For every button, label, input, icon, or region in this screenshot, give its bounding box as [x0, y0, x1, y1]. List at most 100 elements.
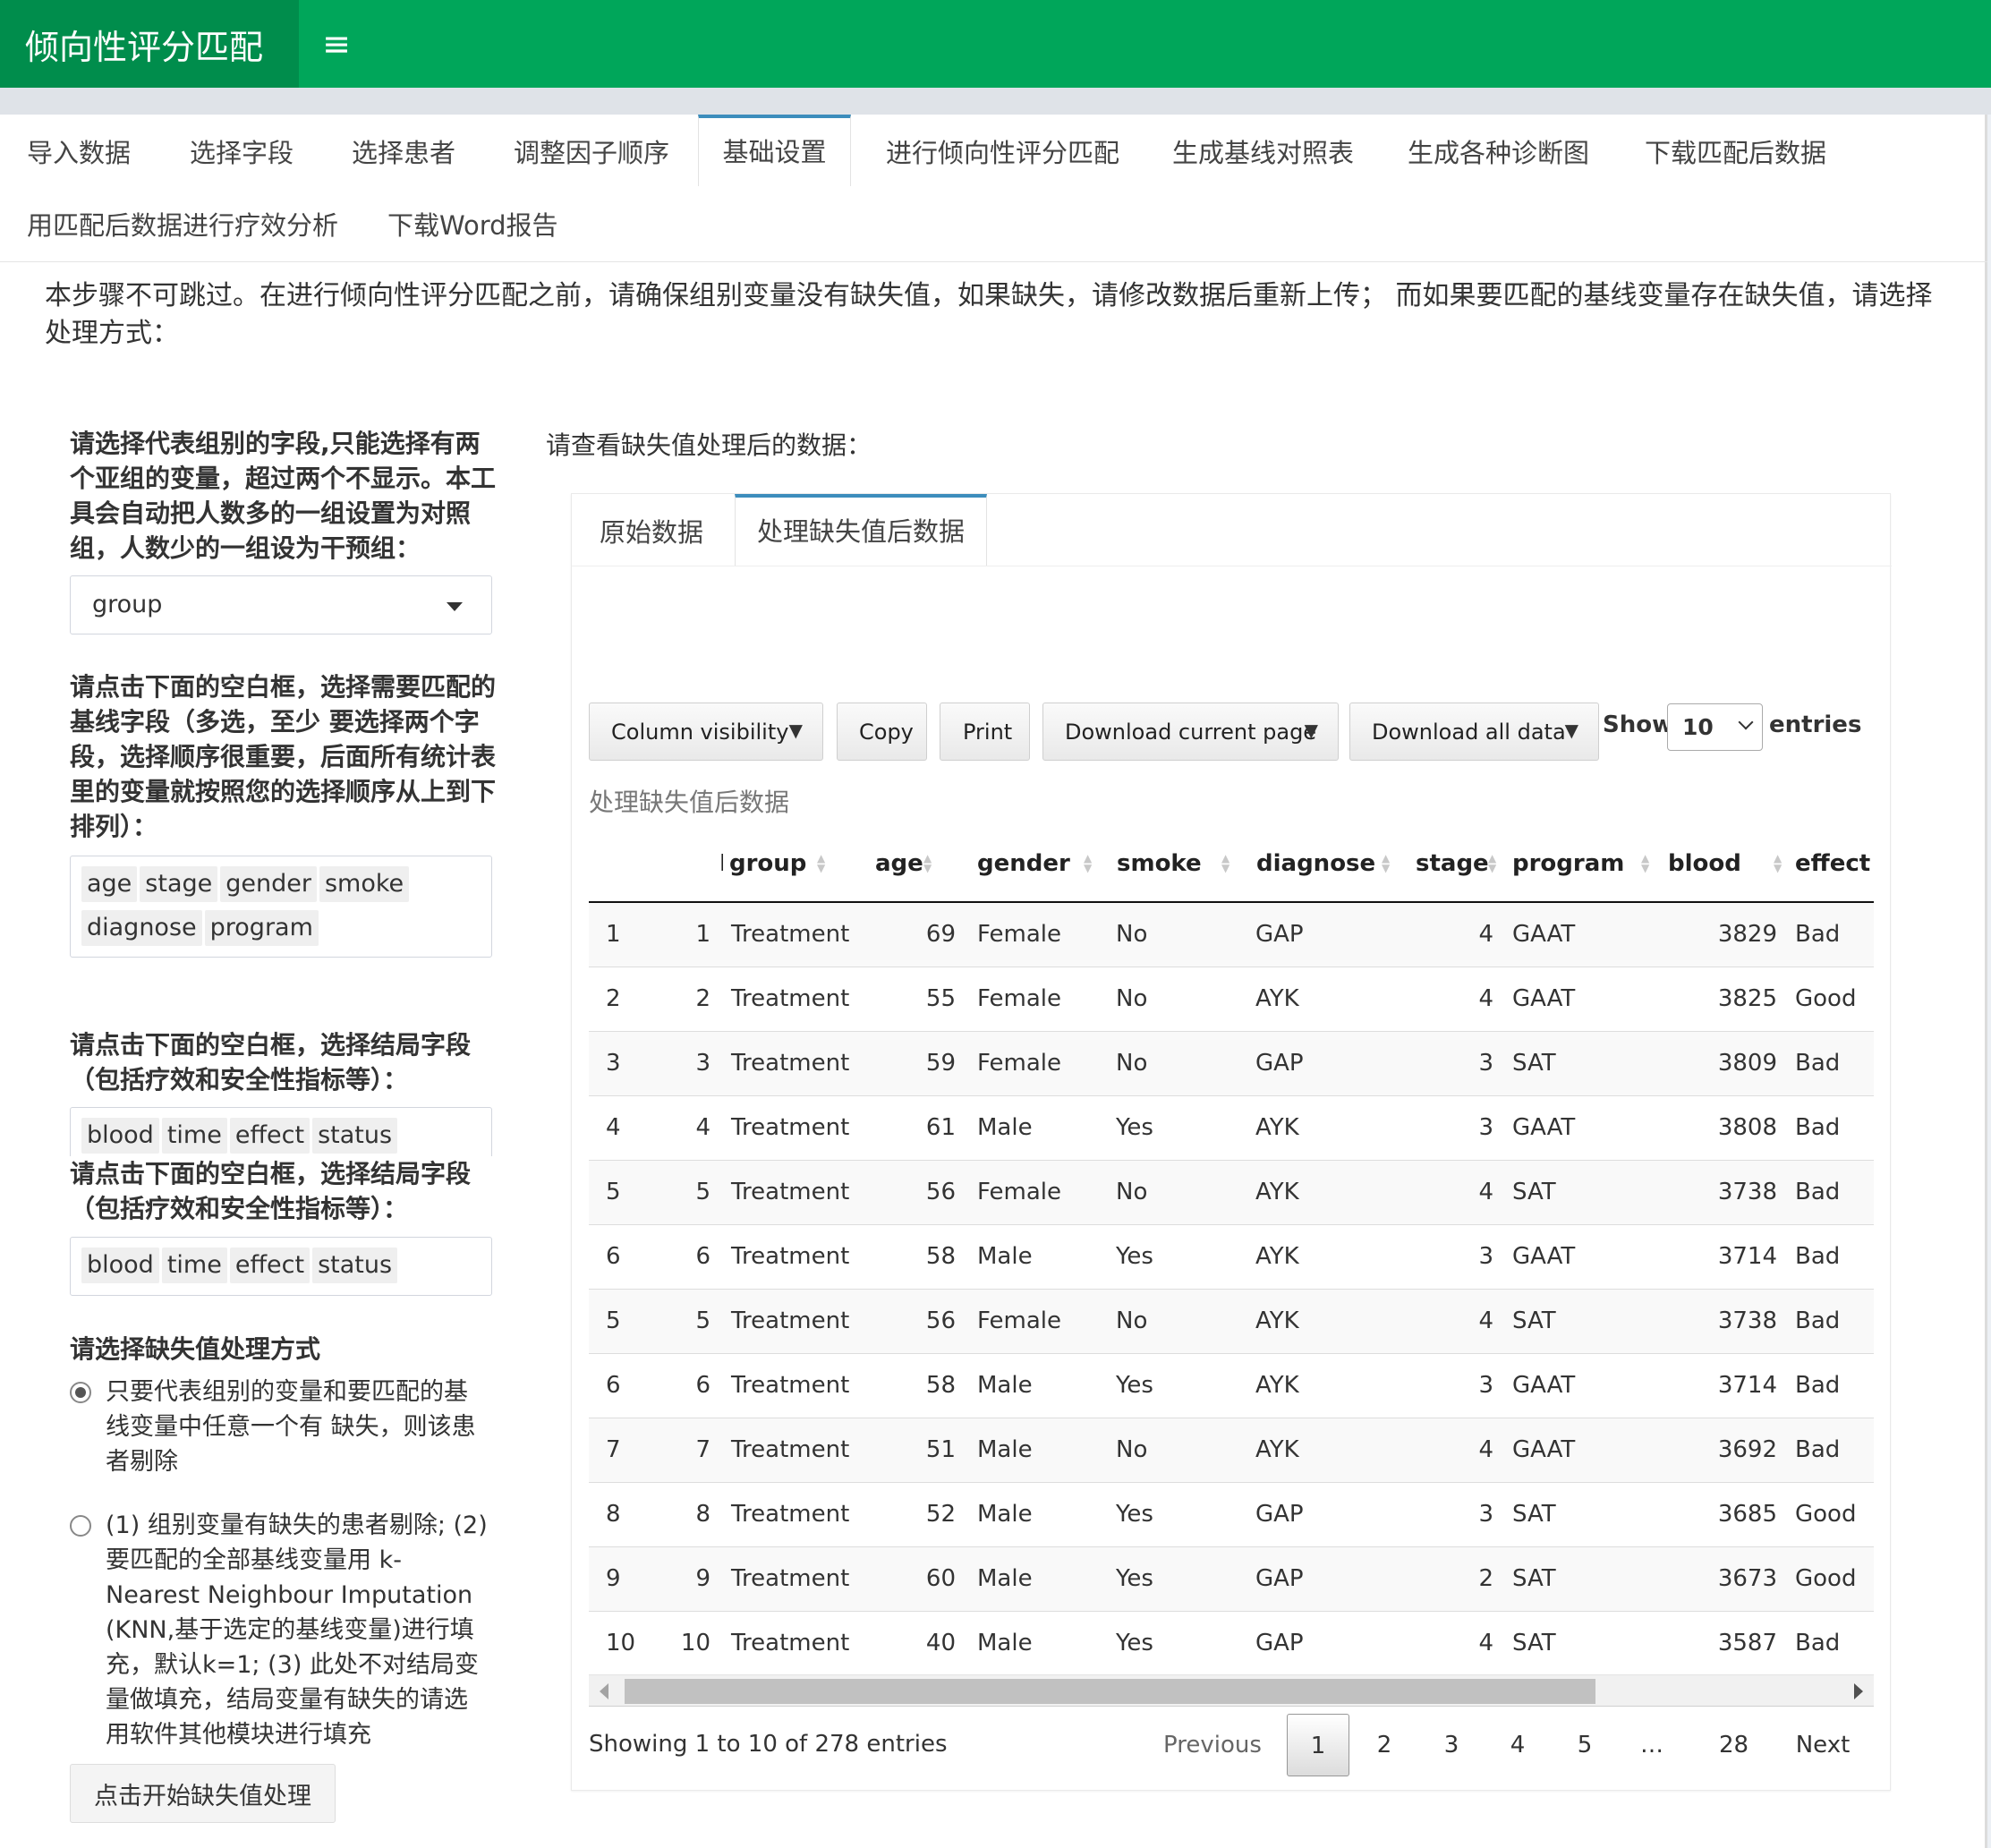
chip-stage[interactable]: stage [140, 866, 218, 902]
pagination-page-3[interactable]: 3 [1420, 1714, 1483, 1776]
tab-download-matched[interactable]: 下载匹配后数据 [1645, 117, 1826, 189]
chip-time[interactable]: time [161, 1118, 227, 1154]
tab-run-psm[interactable]: 进行倾向性评分匹配 [886, 117, 1119, 189]
baseline-field-multiselect[interactable]: age stage gender smoke diagnose program [70, 856, 492, 958]
table-row[interactable]: 2 2 Treatment 55 Female No AYK 4 GAAT 3825 Good [589, 966, 1874, 1031]
missing-option-1[interactable]: 只要代表组别的变量和要匹配的基线变量中任意一个有 缺失，则该患者剔除 [70, 1375, 499, 1479]
pagination-page-28[interactable]: 28 [1700, 1714, 1767, 1776]
outcome-field-multiselect-2[interactable]: blood time effect status [70, 1237, 492, 1296]
pagination-page-5[interactable]: 5 [1553, 1714, 1616, 1776]
table-row[interactable]: 9 9 Treatment 60 Male Yes GAP 2 SAT 3673 Good [589, 1546, 1874, 1611]
col-header-id[interactable]: ID ▲▼ [642, 829, 723, 903]
table-cell-smoke: Yes [1108, 1481, 1243, 1546]
pagination-previous[interactable]: Previous [1152, 1714, 1273, 1776]
chip-blood[interactable]: blood [81, 1118, 159, 1154]
col-header-gender[interactable]: gender ▲ ▼ [968, 829, 1108, 903]
col-header-diagnose[interactable]: diagnose ▲ ▼ [1243, 829, 1404, 903]
col-header-age[interactable]: age ▲ ▼ [866, 829, 968, 903]
table-row[interactable]: 8 8 Treatment 52 Male Yes GAP 3 SAT 3685 Good [589, 1481, 1874, 1546]
scrollbar-thumb[interactable] [625, 1679, 1595, 1704]
tab-diagnostic-plots[interactable]: 生成各种诊断图 [1408, 117, 1589, 189]
table-row[interactable]: 7 7 Treatment 51 Male No AYK 4 GAAT 3692 Bad [589, 1417, 1874, 1482]
chip-diagnose[interactable]: diagnose [81, 910, 202, 946]
table-cell-stage: 4 [1404, 1417, 1506, 1482]
chip-age[interactable]: age [81, 866, 138, 902]
download-current-page-button[interactable]: Download current page ▼ [1042, 703, 1339, 761]
chip-time[interactable]: time [161, 1248, 227, 1283]
table-row[interactable]: 1 1 Treatment 69 Female No GAP 4 GAAT 3829 Bad [589, 901, 1874, 967]
table-row[interactable]: 4 4 Treatment 61 Male Yes AYK 3 GAAT 3808 Bad [589, 1094, 1874, 1160]
col-header-effect[interactable]: effect [1790, 829, 1874, 903]
table-cell-index: 4 [589, 1094, 642, 1160]
table-row[interactable]: 6 6 Treatment 58 Male Yes AYK 3 GAAT 3714 Bad [589, 1223, 1874, 1289]
tab-word-report[interactable]: 下载Word报告 [387, 190, 558, 261]
tab-baseline-table[interactable]: 生成基线对照表 [1172, 117, 1354, 189]
scroll-left-arrow-icon[interactable] [600, 1683, 608, 1699]
radio-option-2[interactable] [70, 1515, 91, 1537]
table-row[interactable]: 3 3 Treatment 59 Female No GAP 3 SAT 3809 Bad [589, 1030, 1874, 1095]
chip-smoke[interactable]: smoke [319, 866, 410, 902]
table-cell-smoke: Yes [1108, 1223, 1243, 1289]
horizontal-scrollbar[interactable] [589, 1674, 1874, 1707]
group-field-label: 请选择代表组别的字段,只能选择有两个亚组的变量，超过两个不显示。本工具会自动把人… [70, 429, 497, 563]
missing-option-2[interactable]: (1) 组别变量有缺失的患者剔除; (2) 要匹配的全部基线变量用 k-Near… [70, 1508, 499, 1752]
chip-blood[interactable]: blood [81, 1248, 159, 1283]
tab-factor-order[interactable]: 调整因子顺序 [514, 117, 669, 189]
col-header-age-label: age [875, 850, 923, 877]
table-row[interactable]: 5 5 Treatment 56 Female No AYK 4 SAT 3738 Bad [589, 1288, 1874, 1353]
copy-button[interactable]: Copy [837, 703, 927, 761]
table-cell-id: 2 [642, 966, 723, 1031]
tab-basic-settings[interactable]: 基础设置 [698, 115, 851, 186]
pagination-next[interactable]: Next [1778, 1714, 1868, 1776]
top-navbar: 倾向性评分匹配 ≡ [0, 0, 1991, 88]
outcome-field-multiselect-1[interactable]: blood time effect status [70, 1107, 492, 1159]
tab-efficacy-analysis[interactable]: 用匹配后数据进行疗效分析 [27, 190, 338, 261]
table-cell-smoke: Yes [1108, 1610, 1243, 1670]
page-length-select[interactable]: 10 [1667, 703, 1763, 751]
table-cell-gender: Male [968, 1352, 1108, 1418]
col-header-stage[interactable]: stage ▲ ▼ [1404, 829, 1506, 903]
col-header-group[interactable]: group ▲ ▼ [723, 829, 866, 903]
group-field-select[interactable]: group [70, 575, 492, 634]
table-cell-program: GAAT [1506, 1223, 1663, 1289]
start-imputation-button[interactable]: 点击开始缺失值处理 [70, 1764, 336, 1823]
table-cell-gender: Male [968, 1417, 1108, 1482]
col-header-smoke-label: smoke [1117, 850, 1202, 877]
menu-toggle-icon[interactable]: ≡ [299, 0, 374, 88]
pagination-page-2[interactable]: 2 [1353, 1714, 1416, 1776]
tab-select-fields[interactable]: 选择字段 [190, 117, 294, 189]
table-cell-smoke: Yes [1108, 1352, 1243, 1418]
chip-status[interactable]: status [312, 1248, 398, 1283]
chip-program[interactable]: program [204, 910, 319, 946]
column-visibility-button[interactable]: Column visibility ▼ [589, 703, 823, 761]
scroll-right-arrow-icon[interactable] [1854, 1683, 1863, 1699]
subtab-imputed-data[interactable]: 处理缺失值后数据 [735, 494, 987, 566]
col-header-index[interactable] [589, 829, 642, 903]
print-button[interactable]: Print [940, 703, 1030, 761]
table-row[interactable]: 6 6 Treatment 58 Male Yes AYK 3 GAAT 3714 Bad [589, 1352, 1874, 1418]
col-header-program[interactable]: program ▲ ▼ [1506, 829, 1663, 903]
pagination-page-4[interactable]: 4 [1486, 1714, 1549, 1776]
data-table-scroll[interactable]: ID ▲▼ group ▲▼ age ▲▼ gender ▲▼ [589, 829, 1874, 1670]
table-cell-index: 1 [589, 901, 642, 967]
table-row[interactable]: 10 10 Treatment 40 Male Yes GAP 4 SAT 3587 Bad [589, 1610, 1874, 1670]
table-row[interactable]: 5 5 Treatment 56 Female No AYK 4 SAT 3738 Bad [589, 1159, 1874, 1224]
chip-effect[interactable]: effect [229, 1248, 311, 1283]
column-visibility-label: Column visibility [611, 719, 789, 745]
col-header-blood[interactable]: blood ▲ ▼ [1663, 829, 1790, 903]
subtab-raw-data[interactable]: 原始数据 [600, 497, 703, 568]
chip-gender[interactable]: gender [220, 866, 317, 902]
col-header-smoke[interactable]: smoke ▲ ▼ [1108, 829, 1243, 903]
radio-option-1[interactable] [70, 1382, 91, 1403]
download-all-data-button[interactable]: Download all data ▼ [1349, 703, 1599, 761]
chip-status[interactable]: status [312, 1118, 398, 1154]
chip-effect[interactable]: effect [229, 1118, 311, 1154]
pagination-page-1[interactable]: 1 [1287, 1714, 1349, 1776]
table-cell-index: 3 [589, 1030, 642, 1095]
table-cell-id: 6 [642, 1352, 723, 1418]
table-cell-effect: Bad [1790, 1288, 1874, 1353]
tab-select-patients[interactable]: 选择患者 [352, 117, 455, 189]
table-cell-blood: 3738 [1663, 1288, 1790, 1353]
tab-import-data[interactable]: 导入数据 [27, 117, 131, 189]
dropdown-triangle-icon: ▼ [788, 720, 803, 741]
